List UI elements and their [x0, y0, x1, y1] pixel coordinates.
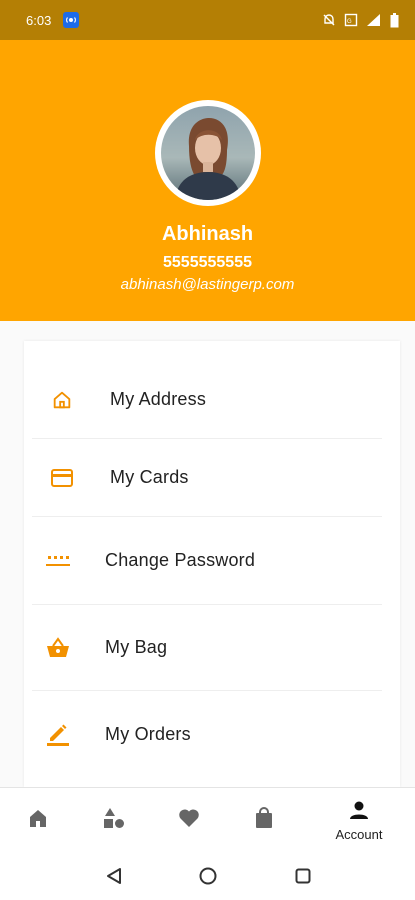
- home-circle-icon[interactable]: [198, 866, 218, 886]
- nav-categories[interactable]: [84, 788, 144, 853]
- bottom-nav: Account: [0, 787, 415, 852]
- back-icon[interactable]: [104, 866, 124, 886]
- menu-label: My Cards: [110, 467, 189, 487]
- menu-item-my-address[interactable]: My Address: [32, 361, 382, 439]
- nav-bag[interactable]: [234, 788, 294, 853]
- menu-label: My Bag: [105, 637, 168, 657]
- signal-icon: [366, 13, 382, 27]
- menu-item-my-orders[interactable]: My Orders: [32, 691, 382, 777]
- home-icon: [28, 808, 48, 833]
- menu-label: My Address: [110, 389, 207, 409]
- heart-icon: [178, 808, 200, 833]
- nav-account[interactable]: Account: [329, 788, 389, 853]
- person-icon: [349, 800, 369, 825]
- credit-card-icon: [42, 468, 82, 488]
- menu-item-my-bag[interactable]: My Bag: [32, 605, 382, 691]
- avatar-photo: [161, 106, 255, 200]
- battery-icon: [390, 12, 399, 28]
- cast-icon: [63, 12, 80, 28]
- password-icon: [38, 553, 78, 569]
- system-nav: [0, 852, 415, 900]
- menu-label: Change Password: [105, 550, 256, 570]
- recents-icon[interactable]: [293, 866, 313, 886]
- menu-item-change-password[interactable]: Change Password: [32, 517, 382, 605]
- nav-wishlist[interactable]: [159, 788, 219, 853]
- profile-phone: 5555555555: [163, 254, 252, 271]
- mute-icon: [322, 13, 336, 27]
- nav-home[interactable]: [8, 788, 68, 853]
- category-icon: [103, 807, 125, 834]
- status-bar: 6:03 G: [0, 0, 415, 40]
- shopping-bag-icon: [254, 807, 274, 834]
- nav-account-label: Account: [335, 826, 383, 842]
- avatar[interactable]: [155, 100, 261, 206]
- profile-email: abhinash@lastingerp.com: [120, 276, 295, 293]
- menu-label: My Orders: [105, 723, 191, 744]
- profile-name: Abhinash: [161, 223, 254, 245]
- home-outline-icon: [42, 389, 82, 411]
- status-time: 6:03: [26, 12, 52, 28]
- menu-item-my-cards[interactable]: My Cards: [32, 439, 382, 517]
- menu-card: My Address My Cards Change Password My B…: [24, 341, 400, 787]
- svg-text:G: G: [347, 19, 352, 25]
- menu-area: My Address My Cards Change Password My B…: [0, 321, 415, 787]
- shopping-basket-icon: [38, 636, 78, 659]
- data-saver-icon: G: [344, 13, 358, 27]
- edit-icon: [38, 722, 78, 746]
- profile-header: Abhinash 5555555555 abhinash@lastingerp.…: [0, 40, 415, 321]
